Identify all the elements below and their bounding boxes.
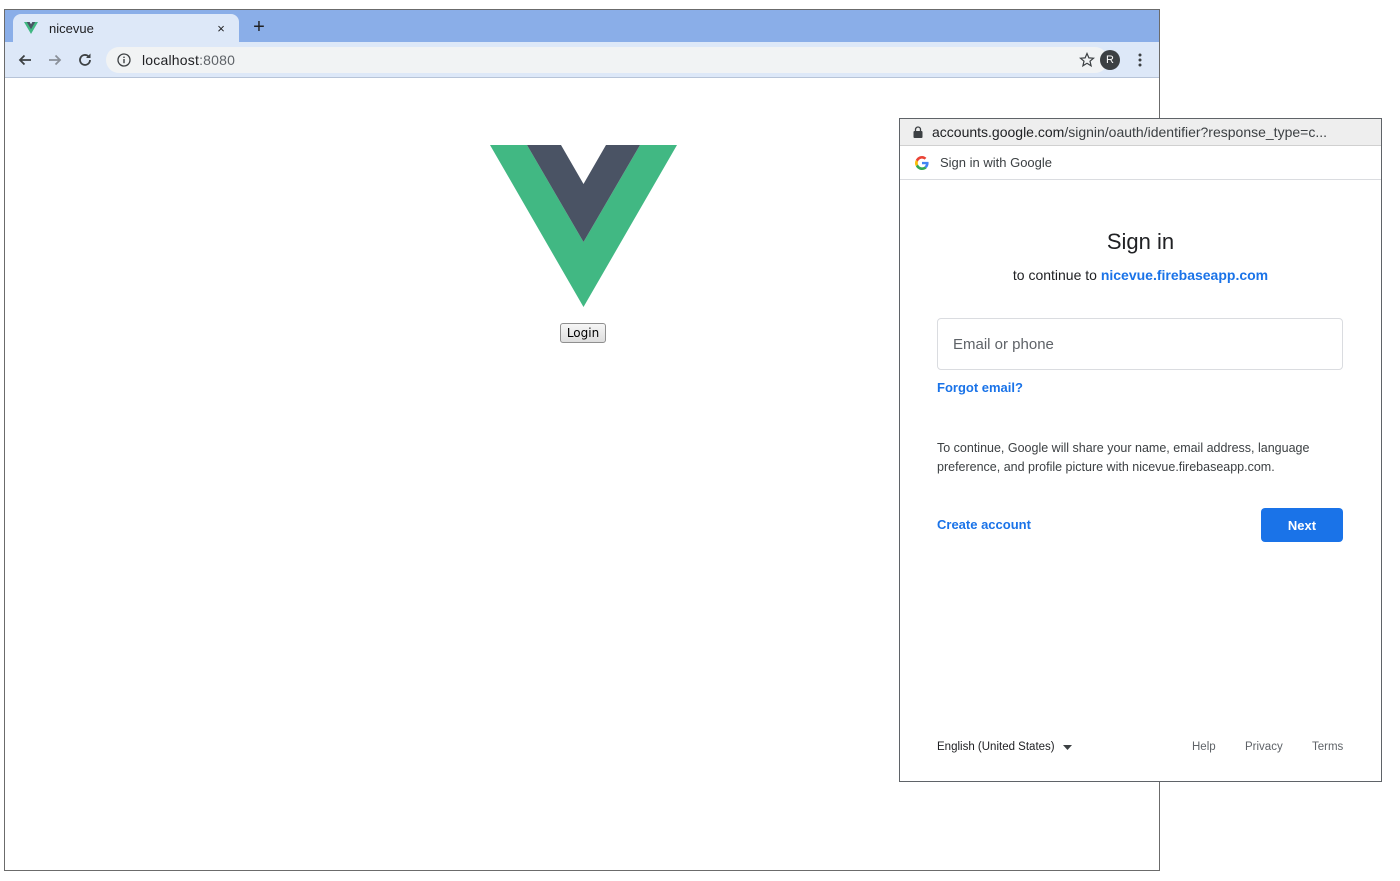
login-button[interactable]: Login bbox=[560, 323, 606, 343]
address-url: localhost:8080 bbox=[142, 52, 235, 68]
new-tab-button[interactable]: + bbox=[247, 15, 271, 39]
terms-link[interactable]: Terms bbox=[1312, 741, 1343, 753]
google-header: Sign in with Google bbox=[900, 146, 1381, 180]
info-icon[interactable] bbox=[115, 51, 133, 69]
google-signin-popup: accounts.google.com/signin/oauth/identif… bbox=[899, 118, 1382, 782]
popup-url: accounts.google.com/signin/oauth/identif… bbox=[932, 124, 1372, 140]
next-button[interactable]: Next bbox=[1261, 508, 1343, 542]
language-label: English (United States) bbox=[937, 741, 1055, 753]
consent-text: To continue, Google will share your name… bbox=[937, 441, 1310, 474]
popup-footer: English (United States) Help Privacy Ter… bbox=[937, 741, 1343, 757]
popup-address-bar: accounts.google.com/signin/oauth/identif… bbox=[900, 119, 1381, 146]
more-menu-icon[interactable] bbox=[1130, 50, 1150, 70]
tab-close-icon[interactable]: × bbox=[213, 20, 229, 36]
privacy-link[interactable]: Privacy bbox=[1245, 741, 1283, 753]
tab-strip: nicevue × + bbox=[5, 10, 1159, 42]
help-link[interactable]: Help bbox=[1192, 741, 1216, 753]
back-arrow-icon[interactable] bbox=[13, 48, 37, 72]
address-bar[interactable]: localhost:8080 bbox=[106, 47, 1108, 73]
popup-url-host: accounts.google.com bbox=[932, 124, 1065, 140]
language-selector[interactable]: English (United States) bbox=[937, 741, 1073, 753]
signin-title: Sign in bbox=[1106, 229, 1175, 254]
vue-favicon-icon bbox=[23, 21, 39, 35]
tab-nicevue[interactable]: nicevue × bbox=[13, 14, 239, 42]
subtitle-app-link[interactable]: nicevue.firebaseapp.com bbox=[1101, 267, 1268, 283]
forgot-email-link[interactable]: Forgot email? bbox=[937, 380, 1023, 395]
google-g-icon bbox=[914, 155, 930, 171]
profile-avatar[interactable]: R bbox=[1100, 50, 1120, 70]
url-port: :8080 bbox=[199, 52, 236, 68]
bookmark-star-icon[interactable] bbox=[1078, 51, 1096, 69]
lock-icon bbox=[912, 125, 924, 139]
browser-toolbar: localhost:8080 R bbox=[5, 42, 1159, 78]
create-account-link[interactable]: Create account bbox=[937, 517, 1031, 532]
forward-arrow-icon[interactable] bbox=[43, 48, 67, 72]
popup-url-path: /signin/oauth/identifier?response_type=c… bbox=[1064, 124, 1327, 140]
signin-subtitle: to continue to nicevue.firebaseapp.com bbox=[900, 267, 1381, 283]
email-or-phone-input[interactable] bbox=[937, 318, 1343, 370]
caret-down-icon bbox=[1062, 744, 1073, 750]
tab-title: nicevue bbox=[49, 20, 94, 36]
reload-icon[interactable] bbox=[73, 48, 97, 72]
vue-logo bbox=[490, 145, 677, 312]
subtitle-prefix: to continue to bbox=[1012, 267, 1101, 283]
url-host: localhost bbox=[142, 52, 200, 68]
google-header-text: Sign in with Google bbox=[940, 155, 1053, 170]
